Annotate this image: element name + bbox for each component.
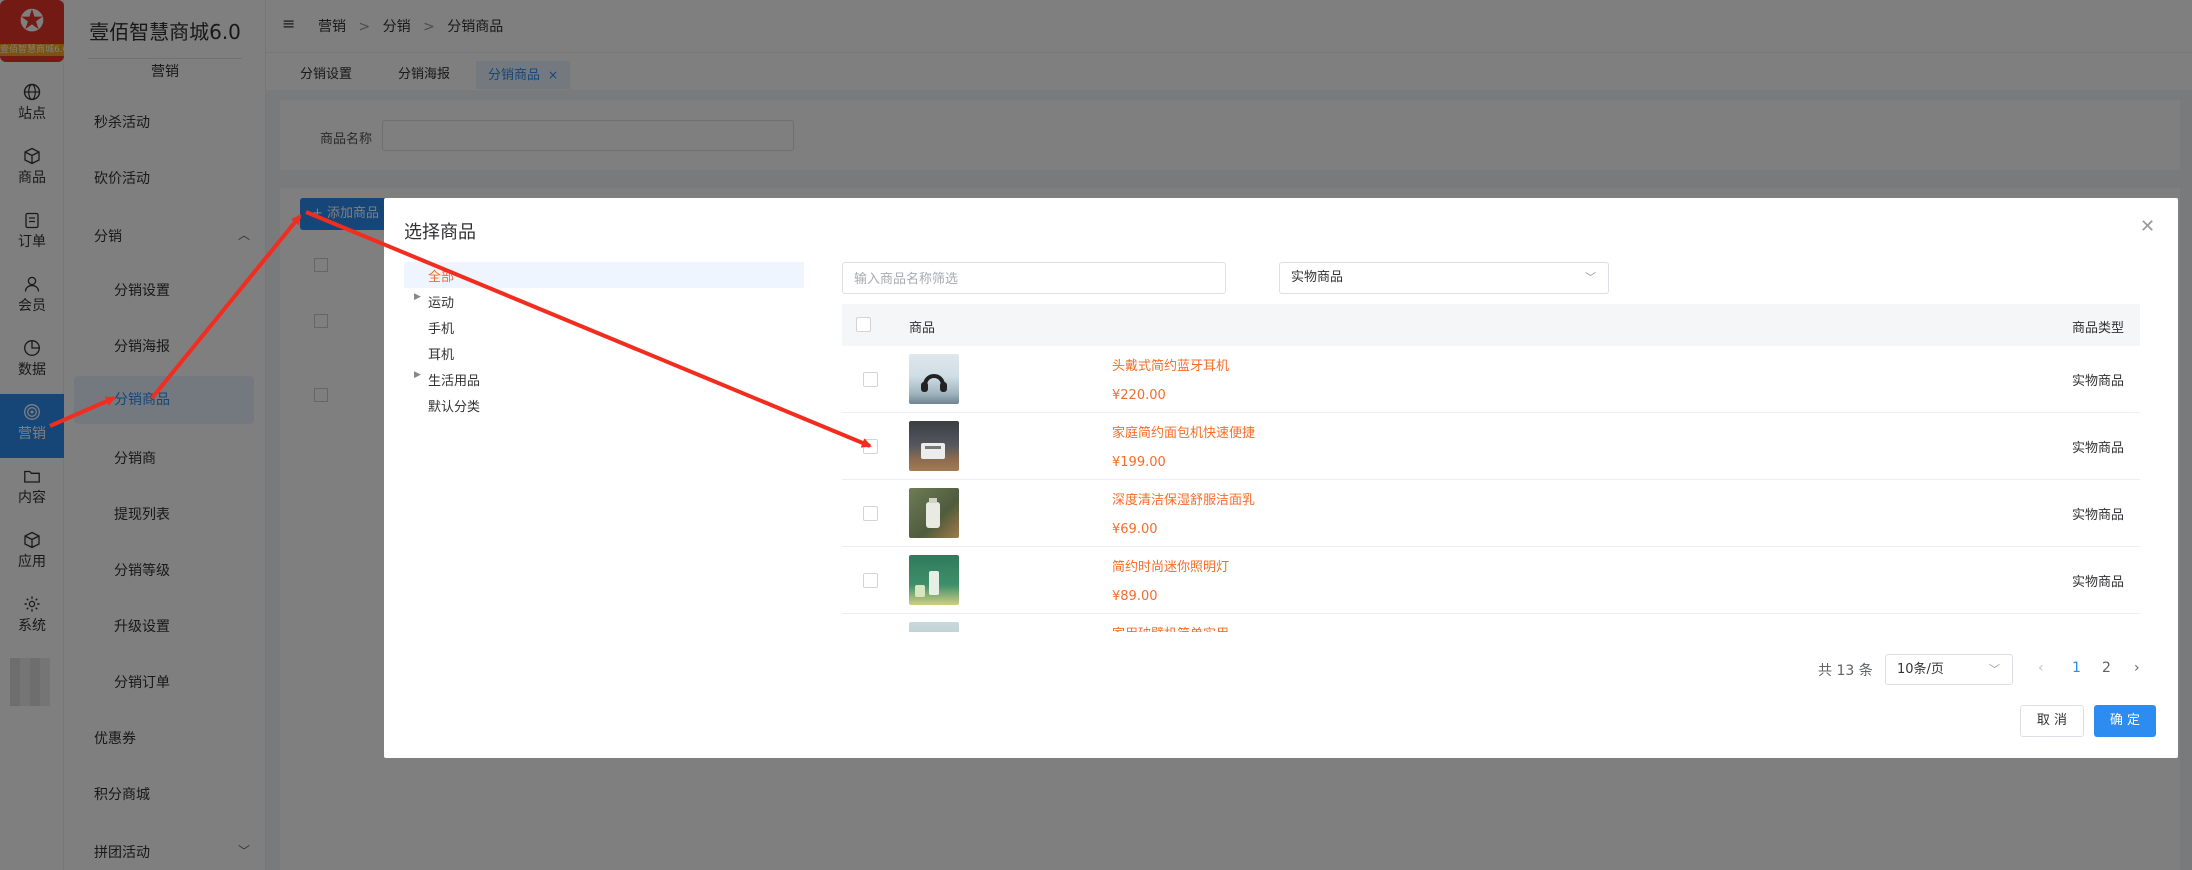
product-thumbnail [909,354,959,404]
table-row[interactable]: 深度清洁保湿舒服洁面乳 ¥69.00 实物商品 [842,480,2140,547]
column-header-type: 商品类型 [2071,321,2124,336]
product-name: 家庭简约面包机快速便捷 [1112,426,1256,441]
row-checkbox[interactable] [863,573,878,588]
dialog-title: 选择商品 [404,222,476,243]
pagination-total: 共 13 条 [1818,663,1873,679]
tree-node-sports[interactable]: ▶ 运动 [414,292,455,311]
next-page-button[interactable]: › [2134,660,2140,676]
page-size-select[interactable]: 10条/页 ﹀ [1885,654,2013,685]
row-checkbox[interactable] [863,372,878,387]
goods-search-input[interactable] [842,262,1226,294]
product-type: 实物商品 [2071,508,2124,523]
page-1-button[interactable]: 1 [2072,660,2081,676]
tree-node-earphone[interactable]: 耳机 [428,344,454,363]
table-row[interactable]: 家庭简约面包机快速便捷 ¥199.00 实物商品 [842,413,2140,480]
tree-node-phone[interactable]: 手机 [428,318,454,337]
product-price: ¥220.00 [1112,388,1166,403]
chevron-down-icon: ﹀ [1989,663,2000,676]
tree-node-daily[interactable]: ▶ 生活用品 [414,370,481,389]
row-checkbox[interactable] [863,439,878,454]
tree-node-all[interactable]: 全部 [428,266,454,285]
goods-type-select[interactable]: 实物商品 ﹀ [1279,262,1609,294]
headphone-image-icon [921,374,947,392]
column-header-goods: 商品 [909,321,936,336]
product-thumbnail [909,421,959,471]
product-name: 家用破壁机简单实用 [1112,623,1229,632]
tree-node-default[interactable]: 默认分类 [428,396,480,415]
bread-machine-image-icon [921,443,945,459]
product-name: 深度清洁保湿舒服洁面乳 [1112,493,1256,508]
cancel-button[interactable]: 取 消 [2020,705,2084,737]
table-row[interactable]: 简约时尚迷你照明灯 ¥89.00 实物商品 [842,547,2140,614]
product-name: 头戴式简约蓝牙耳机 [1112,359,1230,374]
product-thumbnail [909,555,959,605]
product-type: 实物商品 [2071,374,2124,389]
chevron-down-icon: ﹀ [1585,271,1596,284]
caret-right-icon[interactable]: ▶ [414,292,421,302]
product-price: ¥199.00 [1112,455,1166,470]
product-price: ¥89.00 [1112,589,1158,604]
product-thumbnail [909,622,959,632]
product-type: 实物商品 [2071,441,2124,456]
tree-selected-highlight [404,262,804,288]
product-price: ¥69.00 [1112,522,1158,537]
goods-table-body: 头戴式简约蓝牙耳机 ¥220.00 实物商品 家庭简约面包机快速便捷 ¥199.… [842,346,2140,632]
prev-page-button[interactable]: ‹ [2038,660,2044,676]
select-all-checkbox[interactable] [856,317,871,332]
tree-node-label: 生活用品 [428,374,481,389]
table-row[interactable]: 头戴式简约蓝牙耳机 ¥220.00 实物商品 [842,346,2140,413]
confirm-button[interactable]: 确 定 [2094,705,2156,737]
page-2-button[interactable]: 2 [2102,660,2111,676]
row-checkbox[interactable] [863,506,878,521]
close-icon[interactable]: ✕ [2140,216,2155,237]
product-thumbnail [909,488,959,538]
goods-table-header: 商品 商品类型 [842,304,2140,346]
lamp-image-icon [915,571,939,597]
select-goods-dialog: 选择商品 ✕ 全部 ▶ 运动 手机 耳机 ▶ 生活用品 默认分类 实物商品 ﹀ 商品… [384,198,2178,758]
product-type: 实物商品 [2071,575,2124,590]
cleanser-image-icon [926,498,940,528]
goods-type-value: 实物商品 [1291,270,1344,285]
table-row[interactable]: 家用破壁机简单实用 [842,614,2140,632]
page-size-value: 10条/页 [1897,662,1944,677]
tree-node-label: 运动 [428,296,455,311]
product-name: 简约时尚迷你照明灯 [1112,560,1230,575]
caret-right-icon[interactable]: ▶ [414,370,421,380]
